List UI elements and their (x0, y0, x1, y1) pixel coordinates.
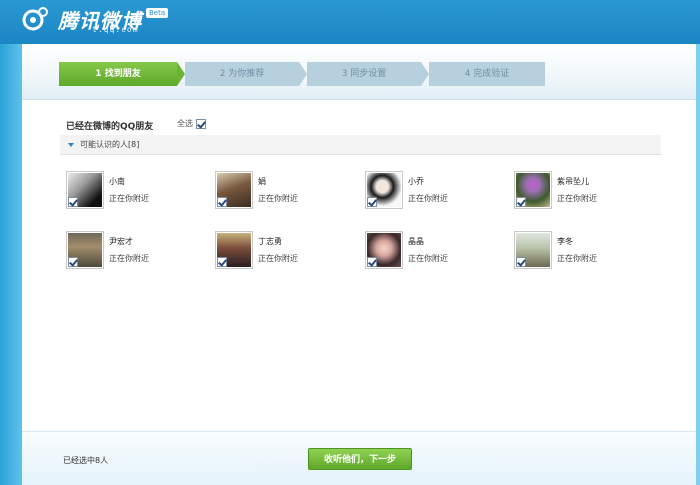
friend-card[interactable]: 小乔 正在你附近 (365, 171, 505, 213)
friend-checkbox[interactable] (217, 257, 227, 267)
friend-name[interactable]: 晶晶 (408, 236, 424, 247)
friend-checkbox[interactable] (68, 197, 78, 207)
main-panel: 1 找到朋友 2 为你推荐 3 同步设置 4 完成验证 已经在微博的QQ朋友 全… (22, 44, 696, 485)
group-label: 可能认识的人[8] (80, 140, 140, 149)
selected-count: 已经选中8人 (63, 456, 109, 465)
friend-checkbox[interactable] (367, 197, 377, 207)
avatar[interactable] (365, 231, 403, 269)
friend-card[interactable]: 尹宏才 正在你附近 (66, 231, 206, 273)
friend-card[interactable]: 李冬 正在你附近 (514, 231, 654, 273)
friend-card[interactable]: 小南 正在你附近 (66, 171, 206, 213)
section-title: 已经在微博的QQ朋友 (66, 122, 154, 132)
friend-name[interactable]: 娟 (258, 176, 266, 187)
friend-name[interactable]: 丁志勇 (258, 236, 282, 247)
friend-checkbox[interactable] (516, 197, 526, 207)
friend-card[interactable]: 晶晶 正在你附近 (365, 231, 505, 273)
friend-status: 正在你附近 (408, 254, 448, 263)
friend-card[interactable]: 紫吊坠儿 正在你附近 (514, 171, 654, 213)
friend-status: 正在你附近 (258, 254, 298, 263)
friend-checkbox[interactable] (516, 257, 526, 267)
friend-status: 正在你附近 (557, 194, 597, 203)
avatar[interactable] (514, 231, 552, 269)
step-verify: 4 完成验证 (429, 62, 545, 86)
avatar[interactable] (66, 171, 104, 209)
logo-url: t.qq.com (92, 25, 139, 34)
avatar[interactable] (66, 231, 104, 269)
friend-status: 正在你附近 (109, 194, 149, 203)
friend-name[interactable]: 李冬 (557, 236, 573, 247)
friend-checkbox[interactable] (217, 197, 227, 207)
step-label: 1 找到朋友 (95, 69, 141, 79)
site-header: 腾讯微博 t.qq.com Beta (0, 0, 700, 44)
friend-card[interactable]: 丁志勇 正在你附近 (215, 231, 355, 273)
step-find-friends: 1 找到朋友 (59, 62, 185, 86)
select-all-label: 全选 (177, 119, 193, 128)
avatar[interactable] (365, 171, 403, 209)
friend-checkbox[interactable] (367, 257, 377, 267)
avatar[interactable] (215, 231, 253, 269)
friend-status: 正在你附近 (258, 194, 298, 203)
step-recommend: 2 为你推荐 (185, 62, 307, 86)
friend-name[interactable]: 小南 (109, 176, 125, 187)
steps-band: 1 找到朋友 2 为你推荐 3 同步设置 4 完成验证 (22, 44, 696, 100)
follow-next-button[interactable]: 收听他们，下一步 (308, 448, 412, 470)
select-all-toggle[interactable]: 全选 (177, 118, 206, 129)
collapse-triangle-icon[interactable] (68, 142, 74, 147)
friend-name[interactable]: 紫吊坠儿 (557, 176, 589, 187)
weibo-logo-icon (22, 7, 48, 31)
friend-status: 正在你附近 (109, 254, 149, 263)
friend-name[interactable]: 小乔 (408, 176, 424, 187)
step-sync-settings: 3 同步设置 (307, 62, 429, 86)
friend-status: 正在你附近 (557, 254, 597, 263)
friend-name[interactable]: 尹宏才 (109, 236, 133, 247)
avatar[interactable] (514, 171, 552, 209)
avatar[interactable] (215, 171, 253, 209)
select-all-checkbox[interactable] (195, 118, 206, 129)
friend-card[interactable]: 娟 正在你附近 (215, 171, 355, 213)
step-label: 4 完成验证 (464, 69, 510, 79)
friend-status: 正在你附近 (408, 194, 448, 203)
step-label: 2 为你推荐 (219, 69, 265, 79)
beta-badge: Beta (146, 8, 169, 18)
step-label: 3 同步设置 (341, 69, 387, 79)
friend-checkbox[interactable] (68, 257, 78, 267)
group-header[interactable]: 可能认识的人[8] (60, 135, 661, 155)
